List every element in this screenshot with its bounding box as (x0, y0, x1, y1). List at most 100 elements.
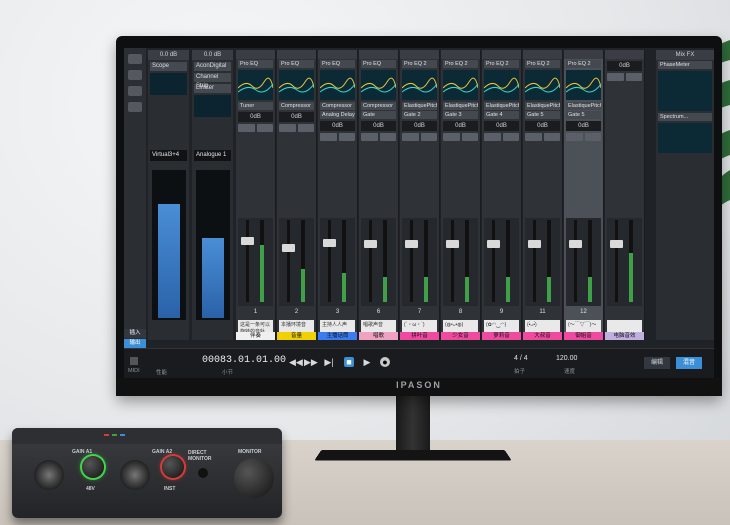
insert-plugin[interactable]: Pro EQ (279, 60, 314, 68)
tab-mix[interactable]: 混音 (676, 357, 702, 369)
mute-button[interactable] (484, 133, 501, 141)
record-button[interactable]: ● (380, 357, 390, 367)
arrow-tool-icon[interactable] (128, 54, 142, 64)
side-tab[interactable]: 插入 (124, 329, 146, 338)
monitor-label: MONITOR (238, 449, 262, 455)
headphone-jack[interactable] (198, 468, 208, 478)
channel-strip[interactable]: Pro EQ Compressor Gate 0dB 6 唱歌声音 唱歌 (359, 50, 399, 340)
solo-button[interactable] (420, 133, 437, 141)
fader-cap[interactable] (364, 240, 377, 248)
tab-edit[interactable]: 编辑 (644, 357, 670, 369)
insert-plugin[interactable]: Limiter (194, 84, 231, 93)
insert-plugin[interactable]: Channel Strip (194, 73, 231, 89)
insert-plugin[interactable]: Compressor (320, 102, 355, 110)
channel-strip[interactable]: Pro EQ 2 ElastiquePitch Gate 3 0dB 8 (◍•ᴗ•◍)… (441, 50, 481, 340)
fader-cap[interactable] (446, 240, 459, 248)
fader-cap[interactable] (241, 237, 254, 245)
tempo-value[interactable]: 120.00 (556, 355, 577, 362)
fader-cap[interactable] (282, 244, 295, 252)
insert-plugin[interactable]: ElastiquePitch (443, 102, 478, 110)
channel-strip[interactable]: Pro EQ 2 ElastiquePitch Gate 5 0dB 11 (•̀ᴗ•́… (523, 50, 563, 340)
insert-plugin[interactable]: AconDigital (194, 62, 231, 71)
solo-button[interactable] (297, 124, 314, 132)
xlr-input-1[interactable] (34, 460, 64, 490)
insert-plugin[interactable]: Pro EQ (320, 60, 355, 68)
mute-button[interactable] (238, 124, 255, 132)
mix-fx-plugin[interactable]: PhaseMeter (658, 61, 712, 69)
channel-strip[interactable]: Pro EQ 2 ElastiquePitch Gate 5 0dB 12 (～￣▽￣)… (564, 50, 604, 340)
monitor-stand-base (314, 449, 512, 461)
mute-button[interactable] (402, 133, 419, 141)
fader-cap[interactable] (528, 240, 541, 248)
gain-knob-2[interactable] (162, 456, 184, 478)
insert-plugin[interactable]: Gate 3 (443, 111, 478, 119)
split-tool-icon[interactable] (128, 102, 142, 112)
strip-label: 伴奏 (236, 332, 275, 340)
insert-plugin[interactable]: Pro EQ 2 (566, 60, 601, 68)
fader-cap[interactable] (323, 239, 336, 247)
channel-strip[interactable]: Pro EQ 2 ElastiquePitch Gate 4 0dB 9 (✿◠‿◠) 萝… (482, 50, 522, 340)
insert-plugin[interactable]: Gate (361, 111, 396, 119)
channel-name: Virtual3+4 (150, 150, 187, 161)
mute-button[interactable] (320, 133, 337, 141)
channel-strip[interactable]: Pro EQ Compressor Analog Delay 0dB 3 主持人人声 主播… (318, 50, 358, 340)
solo-button[interactable] (502, 133, 519, 141)
pencil-tool-icon[interactable] (128, 70, 142, 80)
mute-button[interactable] (607, 73, 624, 81)
monitor-knob[interactable] (234, 458, 274, 498)
channel-strip[interactable]: Pro EQ Compressor 0dB 2 本播环境音 音量 (277, 50, 317, 340)
xlr-input-2[interactable] (120, 460, 150, 490)
insert-plugin[interactable]: Pro EQ 2 (443, 60, 478, 68)
insert-plugin[interactable]: Compressor (361, 102, 396, 110)
rewind-icon[interactable]: ◀◀ (289, 357, 303, 367)
channel-strip[interactable]: Pro EQTuner0dB 1这是一条可以旋转的音轨伴奏 (236, 50, 276, 340)
insert-plugin[interactable]: Tuner (238, 102, 273, 110)
insert-plugin[interactable]: Analog Delay (320, 111, 355, 119)
fader-cap[interactable] (487, 240, 500, 248)
channel-strip[interactable]: 0dB 电脑音效 (605, 50, 645, 340)
insert-plugin[interactable]: Scope (150, 62, 187, 71)
range-tool-icon[interactable] (128, 86, 142, 96)
insert-plugin[interactable]: Pro EQ 2 (402, 60, 437, 68)
side-tab[interactable]: 输出 (124, 339, 146, 348)
solo-button[interactable] (338, 133, 355, 141)
mute-button[interactable] (443, 133, 460, 141)
mute-button[interactable] (279, 124, 296, 132)
mix-fx-plugin[interactable]: Spectrum... (658, 113, 712, 121)
strip-meter (588, 220, 592, 302)
play-button[interactable]: ▶ (362, 357, 372, 367)
mute-button[interactable] (525, 133, 542, 141)
insert-plugin[interactable]: Compressor (279, 102, 314, 110)
solo-button[interactable] (584, 133, 601, 141)
insert-plugin[interactable]: Gate 5 (566, 111, 601, 119)
solo-button[interactable] (543, 133, 560, 141)
fader-track (533, 220, 536, 302)
insert-plugin[interactable]: Gate 2 (402, 111, 437, 119)
insert-plugin[interactable]: Pro EQ (238, 60, 273, 68)
gain-knob-1[interactable] (82, 456, 104, 478)
insert-plugin[interactable]: Pro EQ 2 (525, 60, 560, 68)
forward-icon[interactable]: ▶▶ (304, 357, 318, 367)
solo-button[interactable] (256, 124, 273, 132)
mute-button[interactable] (361, 133, 378, 141)
insert-plugin[interactable]: Pro EQ 2 (484, 60, 519, 68)
mute-button[interactable] (566, 133, 583, 141)
insert-plugin[interactable]: ElastiquePitch (484, 102, 519, 110)
insert-plugin[interactable]: Pro EQ (361, 60, 396, 68)
fader-cap[interactable] (569, 240, 582, 248)
input-channels: 0.0 dB Scope Virtual3+4 0.0 dB AconDigital Ch… (148, 50, 234, 340)
channel-strip[interactable]: Pro EQ 2 ElastiquePitch Gate 2 0dB 7 (´・ω・`)… (400, 50, 440, 340)
insert-plugin[interactable]: ElastiquePitch (566, 102, 601, 110)
strip-label: 大叔音 (523, 332, 562, 340)
solo-button[interactable] (461, 133, 478, 141)
loop-icon[interactable]: ▶| (324, 357, 334, 367)
solo-button[interactable] (625, 73, 642, 81)
solo-button[interactable] (379, 133, 396, 141)
insert-plugin[interactable]: ElastiquePitch (402, 102, 437, 110)
insert-plugin[interactable]: Gate 5 (525, 111, 560, 119)
insert-plugin[interactable]: Gate 4 (484, 111, 519, 119)
stop-button[interactable]: ■ (344, 357, 354, 367)
insert-plugin[interactable]: ElastiquePitch (525, 102, 560, 110)
fader-cap[interactable] (610, 240, 623, 248)
fader-cap[interactable] (405, 240, 418, 248)
